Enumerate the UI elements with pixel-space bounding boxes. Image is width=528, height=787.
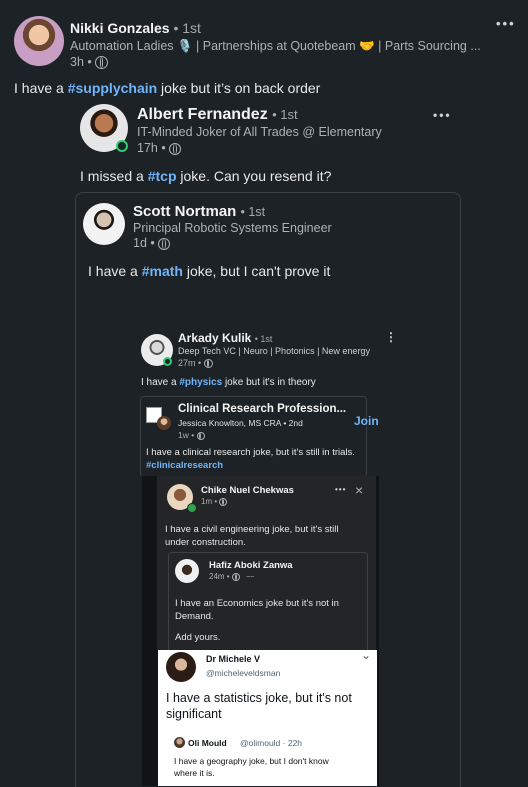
globe-icon bbox=[95, 56, 109, 70]
join-button[interactable]: Join bbox=[354, 414, 379, 428]
post1-degree: • 1st bbox=[173, 20, 201, 36]
post2-author[interactable]: Albert Fernandez bbox=[137, 106, 268, 123]
post2-author-line: Albert Fernandez • 1st bbox=[137, 106, 298, 124]
post3-headline: Principal Robotic Systems Engineer bbox=[133, 221, 332, 235]
post6-time: 1m • bbox=[201, 497, 218, 506]
post2-text-after: joke. Can you resend it? bbox=[176, 168, 332, 184]
post6-meta: 1m • bbox=[201, 497, 228, 506]
globe-icon bbox=[203, 359, 213, 369]
post3-author-line: Scott Nortman • 1st bbox=[133, 203, 265, 220]
post1-author[interactable]: Nikki Gonzales bbox=[70, 20, 170, 36]
post9-author[interactable]: Oli Mould bbox=[188, 738, 227, 748]
chevron-down-icon[interactable]: ⌄ bbox=[361, 648, 371, 662]
post2-text: I missed a #tcp joke. Can you resend it? bbox=[80, 168, 331, 184]
post3-text-after: joke, but I can't prove it bbox=[182, 263, 331, 279]
post1-hashtag[interactable]: #supplychain bbox=[68, 80, 157, 96]
avatar-nikki-gonzales[interactable] bbox=[14, 16, 64, 66]
post4-meta: 27m • bbox=[178, 358, 213, 369]
post6-text: I have a civil engineering joke, but it'… bbox=[165, 524, 339, 548]
post8-text: I have a statistics joke, but it's not s… bbox=[166, 691, 352, 721]
post4-text: I have a #physics joke but it's in theor… bbox=[141, 377, 316, 388]
post1-time: 3h • bbox=[70, 55, 92, 69]
post1-author-line: Nikki Gonzales • 1st bbox=[70, 20, 201, 36]
close-icon[interactable]: × bbox=[355, 482, 363, 498]
post3-degree: • 1st bbox=[240, 205, 266, 219]
post3-text-before: I have a bbox=[88, 263, 142, 279]
avatar-scott-nortman[interactable] bbox=[83, 203, 125, 245]
post1-text-after: joke but it’s on back order bbox=[157, 80, 321, 96]
post4-headline: Deep Tech VC | Neuro | Photonics | New e… bbox=[178, 346, 370, 356]
avatar-dr-michele-v[interactable] bbox=[166, 652, 196, 682]
signature-scribble-icon: ~~ bbox=[246, 574, 255, 581]
post9-handle-time: @olimould · 22h bbox=[240, 738, 303, 748]
post3-time: 1d • bbox=[133, 236, 155, 250]
post6-author[interactable]: Chike Nuel Chekwas bbox=[201, 485, 294, 496]
post4-text-after: joke but it's in theory bbox=[222, 377, 316, 388]
post9-text: I have a geography joke, but I don't kno… bbox=[174, 756, 329, 778]
post7-text1: I have an Economics joke but it's not in… bbox=[175, 598, 339, 622]
post3-author[interactable]: Scott Nortman bbox=[133, 203, 236, 220]
post3-text: I have a #math joke, but I can't prove i… bbox=[88, 263, 330, 279]
online-status-icon bbox=[163, 357, 172, 366]
post1-text: I have a #supplychain joke but it’s on b… bbox=[14, 80, 320, 96]
post1-more-icon[interactable]: ••• bbox=[496, 16, 516, 31]
post2-more-icon[interactable]: ••• bbox=[433, 108, 452, 122]
post5-card: Clinical Research Profession... Jessica … bbox=[140, 396, 379, 477]
post5-meta: 1w • bbox=[178, 430, 205, 440]
globe-icon bbox=[196, 431, 205, 440]
post5-group[interactable]: Clinical Research Profession... bbox=[178, 403, 346, 415]
post5-time: 1w • bbox=[178, 430, 195, 440]
globe-icon bbox=[158, 237, 171, 250]
post4-text-before: I have a bbox=[141, 377, 180, 388]
post2-text-before: I missed a bbox=[80, 168, 148, 184]
post1-text-before: I have a bbox=[14, 80, 68, 96]
avatar-hafiz-aboki-zanwa[interactable] bbox=[175, 559, 199, 583]
post2-hashtag[interactable]: #tcp bbox=[148, 168, 177, 184]
post1-headline: Automation Ladies 🎙️ | Partnerships at Q… bbox=[70, 39, 481, 53]
post7-meta: 24m • ~~ bbox=[209, 572, 254, 581]
globe-icon bbox=[219, 497, 228, 506]
post4-author-line: Arkady Kulik • 1st bbox=[178, 331, 272, 345]
post8-handle[interactable]: @micheleveldsman bbox=[206, 668, 280, 678]
post6-more-icon[interactable]: ••• bbox=[335, 485, 346, 494]
post7-author[interactable]: Hafiz Aboki Zanwa bbox=[209, 560, 293, 571]
online-status-icon bbox=[116, 140, 128, 152]
post7-card: Hafiz Aboki Zanwa 24m • ~~ I have an Eco… bbox=[168, 552, 368, 651]
post4-hashtag[interactable]: #physics bbox=[179, 377, 222, 388]
post7-text2: Add yours. bbox=[175, 632, 221, 643]
globe-icon bbox=[169, 142, 182, 155]
avatar-jessica-knowlton[interactable] bbox=[157, 416, 171, 430]
post4-time: 27m • bbox=[178, 358, 202, 368]
post1-meta: 3h • bbox=[70, 55, 109, 70]
post2-headline: IT-Minded Joker of All Trades @ Elementa… bbox=[137, 125, 382, 139]
globe-icon bbox=[231, 572, 240, 581]
post8-author[interactable]: Dr Michele V bbox=[206, 654, 260, 664]
post2-degree: • 1st bbox=[272, 107, 298, 122]
post5-text: I have a clinical research joke, but it’… bbox=[146, 447, 355, 458]
post3-hashtag[interactable]: #math bbox=[142, 263, 183, 279]
post3-meta: 1d • bbox=[133, 236, 171, 250]
post4-more-icon[interactable]: ⋮ bbox=[385, 330, 397, 344]
online-status-icon bbox=[187, 503, 197, 513]
post8-card: Dr Michele V @micheleveldsman ⌄ I have a… bbox=[158, 648, 377, 786]
post5-hashtag[interactable]: #clinicalresearch bbox=[146, 460, 223, 471]
post4-degree: • 1st bbox=[254, 334, 273, 344]
post2-time: 17h • bbox=[137, 141, 166, 155]
post4-author[interactable]: Arkady Kulik bbox=[178, 331, 251, 345]
avatar-oli-mould[interactable] bbox=[174, 737, 185, 748]
post2-meta: 17h • bbox=[137, 141, 182, 155]
post7-time: 24m • bbox=[209, 572, 230, 581]
post5-author[interactable]: Jessica Knowlton, MS CRA • 2nd bbox=[178, 418, 303, 428]
